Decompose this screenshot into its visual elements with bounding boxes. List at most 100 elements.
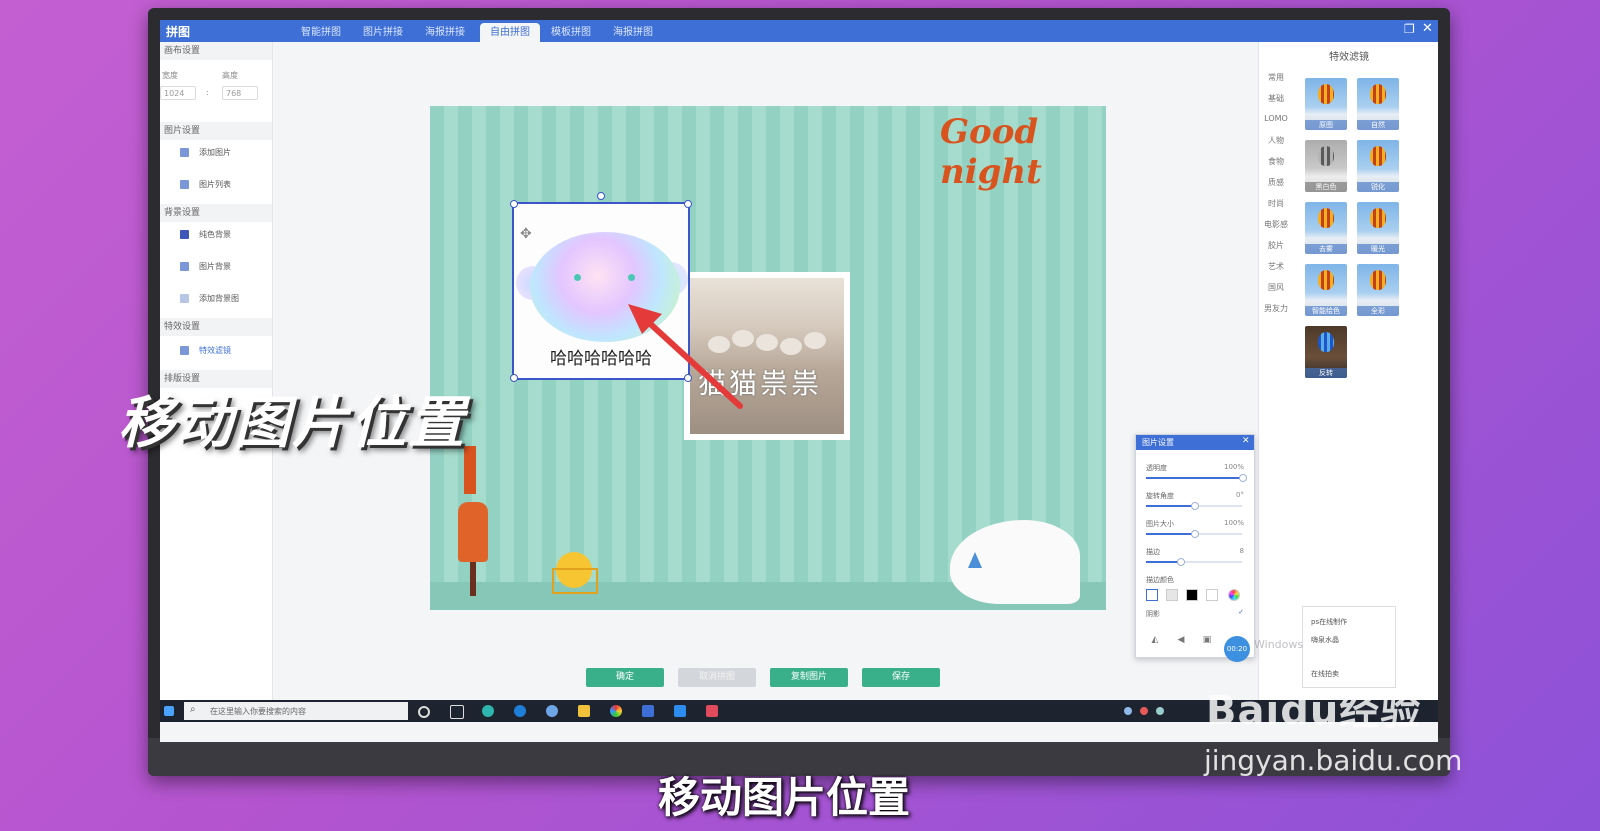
filter-category[interactable]: 电影感 bbox=[1261, 219, 1291, 230]
app-icon[interactable] bbox=[706, 705, 718, 717]
title-bar: 拼图 智能拼图 图片拼接 海报拼接 自由拼图 模板拼图 海报拼图 ❐ ✕ bbox=[160, 20, 1438, 42]
folder-icon[interactable] bbox=[578, 705, 590, 717]
red-arrow-annotation bbox=[628, 304, 743, 409]
size-slider-knob[interactable] bbox=[1191, 530, 1199, 538]
filter-thumb-natural[interactable]: 自然 bbox=[1357, 78, 1399, 130]
filter-category[interactable]: LOMO bbox=[1261, 114, 1291, 123]
filter-thumb-label: 去雾 bbox=[1305, 244, 1347, 254]
task-view-icon[interactable] bbox=[450, 705, 464, 719]
width-input[interactable]: 1024 bbox=[160, 86, 196, 100]
filter-category[interactable]: 质感 bbox=[1261, 177, 1291, 188]
size-slider[interactable] bbox=[1146, 530, 1242, 538]
swatch-black[interactable] bbox=[1186, 589, 1198, 601]
filter-thumb-sharpen[interactable]: 锐化 bbox=[1357, 140, 1399, 192]
filter-thumb-original[interactable]: 原图 bbox=[1305, 78, 1347, 130]
image-bg-button[interactable]: 图片背景 bbox=[180, 260, 231, 274]
baidu-jingyan-url: jingyan.baidu.com bbox=[1204, 744, 1463, 777]
rotate-slider-knob[interactable] bbox=[1191, 502, 1199, 510]
image-settings-dialog: 图片设置 ✕ 透明度 100% 旋转角度 0° 图片大小 100% 描边 8 描… bbox=[1135, 434, 1255, 658]
opacity-slider-knob[interactable] bbox=[1239, 474, 1247, 482]
add-bg-image-button[interactable]: 添加背景图 bbox=[180, 292, 239, 306]
filter-thumb-invert[interactable]: 反转 bbox=[1305, 326, 1347, 378]
app-icon[interactable] bbox=[610, 705, 622, 717]
restore-icon[interactable]: ❐ bbox=[1404, 22, 1415, 36]
filter-category[interactable]: 时尚 bbox=[1261, 198, 1291, 209]
border-slider[interactable] bbox=[1146, 558, 1242, 566]
filter-thumb-label: 全彩 bbox=[1357, 306, 1399, 316]
filter-category[interactable]: 人物 bbox=[1261, 135, 1291, 146]
shield-icon[interactable] bbox=[642, 705, 654, 717]
filter-category[interactable]: 常用 bbox=[1261, 72, 1291, 83]
size-separator: : bbox=[206, 88, 209, 97]
rotate-slider-fill bbox=[1146, 505, 1194, 507]
tab-poster-collage[interactable]: 海报拼图 bbox=[602, 23, 664, 42]
filter-thumb-label: 反转 bbox=[1305, 368, 1347, 378]
flip-horizontal-icon[interactable]: ◭ bbox=[1148, 635, 1162, 647]
recording-timer: 00:20 bbox=[1224, 636, 1250, 662]
filter-thumb-label: 锐化 bbox=[1357, 182, 1399, 192]
notice-item[interactable]: 嗨泉水晶 bbox=[1311, 635, 1339, 645]
replace-image-icon[interactable]: ▣ bbox=[1200, 635, 1214, 647]
filter-thumb-label: 自然 bbox=[1357, 120, 1399, 130]
app-icon[interactable] bbox=[674, 705, 686, 717]
shadow-check-icon[interactable]: ✓ bbox=[1238, 608, 1244, 616]
add-image-icon bbox=[180, 148, 189, 157]
close-icon[interactable]: ✕ bbox=[1242, 436, 1250, 446]
filter-category[interactable]: 胶片 bbox=[1261, 240, 1291, 251]
filter-category[interactable]: 男友力 bbox=[1261, 303, 1291, 314]
solid-bg-label: 纯色背景 bbox=[199, 230, 231, 239]
filter-category[interactable]: 基础 bbox=[1261, 93, 1291, 104]
filter-thumb-warm[interactable]: 暖光 bbox=[1357, 202, 1399, 254]
add-image-label: 添加图片 bbox=[199, 148, 231, 157]
size-label: 图片大小 bbox=[1146, 520, 1174, 528]
filter-thumb-label: 暖光 bbox=[1357, 244, 1399, 254]
notice-item[interactable]: ps在线制作 bbox=[1311, 617, 1347, 627]
tray-icon[interactable] bbox=[1140, 707, 1148, 715]
swatch-light-gray[interactable] bbox=[1166, 589, 1178, 601]
image-list-button[interactable]: 图片列表 bbox=[180, 178, 231, 192]
opacity-slider-fill bbox=[1146, 477, 1242, 479]
flip-vertical-icon[interactable]: ◀ bbox=[1174, 635, 1188, 647]
border-slider-knob[interactable] bbox=[1176, 558, 1185, 566]
confirm-button[interactable]: 确定 bbox=[586, 668, 664, 687]
opacity-slider[interactable] bbox=[1146, 474, 1247, 482]
add-image-button[interactable]: 添加图片 bbox=[180, 146, 231, 160]
save-button[interactable]: 保存 bbox=[862, 668, 940, 687]
tray-icon[interactable] bbox=[1124, 707, 1132, 715]
swatch-white[interactable] bbox=[1206, 589, 1218, 601]
tab-image-stitch[interactable]: 图片拼接 bbox=[352, 23, 414, 42]
filter-thumb-dehaze[interactable]: 去雾 bbox=[1305, 202, 1347, 254]
windows-start-icon[interactable] bbox=[164, 706, 174, 716]
effect-filter-button[interactable]: 特效滤镜 bbox=[180, 344, 231, 358]
cancel-collage-button[interactable]: 取消拼图 bbox=[678, 668, 756, 687]
balloon-image bbox=[1318, 208, 1334, 228]
collage-canvas[interactable]: Good night 猫猫祟祟 ✥ 哈哈哈哈哈哈 bbox=[430, 106, 1106, 610]
filter-thumb-bw[interactable]: 黑白色 bbox=[1305, 140, 1347, 192]
color-picker-icon[interactable] bbox=[1228, 589, 1240, 601]
close-icon[interactable]: ✕ bbox=[1422, 21, 1433, 36]
tab-smart-collage[interactable]: 智能拼图 bbox=[290, 23, 352, 42]
tab-poster-stitch[interactable]: 海报拼接 bbox=[414, 23, 476, 42]
filter-thumb-full-color[interactable]: 全彩 bbox=[1357, 264, 1399, 316]
globe-icon[interactable] bbox=[546, 705, 558, 717]
edge-icon[interactable] bbox=[514, 705, 526, 717]
rotate-slider[interactable] bbox=[1146, 502, 1242, 510]
dialog-header: 图片设置 ✕ bbox=[1136, 435, 1254, 450]
browser-icon[interactable] bbox=[482, 705, 494, 717]
filter-category[interactable]: 食物 bbox=[1261, 156, 1291, 167]
tab-template-collage[interactable]: 模板拼图 bbox=[540, 23, 602, 42]
copy-image-button[interactable]: 复制图片 bbox=[770, 668, 848, 687]
image-list-icon bbox=[180, 180, 189, 189]
tab-free-collage[interactable]: 自由拼图 bbox=[480, 23, 540, 42]
height-input[interactable]: 768 bbox=[222, 86, 258, 100]
swatch-none[interactable] bbox=[1146, 589, 1158, 601]
filter-thumb-smart-color[interactable]: 智能绘色 bbox=[1305, 264, 1347, 316]
baidu-jingyan-logo: Baidu经验 bbox=[1206, 688, 1422, 734]
taskbar-search[interactable]: ⌕ 在这里输入你要搜索的内容 bbox=[184, 702, 408, 720]
filter-category[interactable]: 国风 bbox=[1261, 282, 1291, 293]
tray-icon[interactable] bbox=[1156, 707, 1164, 715]
effect-filter-icon bbox=[180, 346, 189, 355]
solid-bg-button[interactable]: 纯色背景 bbox=[180, 228, 231, 242]
cortana-icon[interactable] bbox=[418, 706, 430, 718]
filter-category[interactable]: 艺术 bbox=[1261, 261, 1291, 272]
